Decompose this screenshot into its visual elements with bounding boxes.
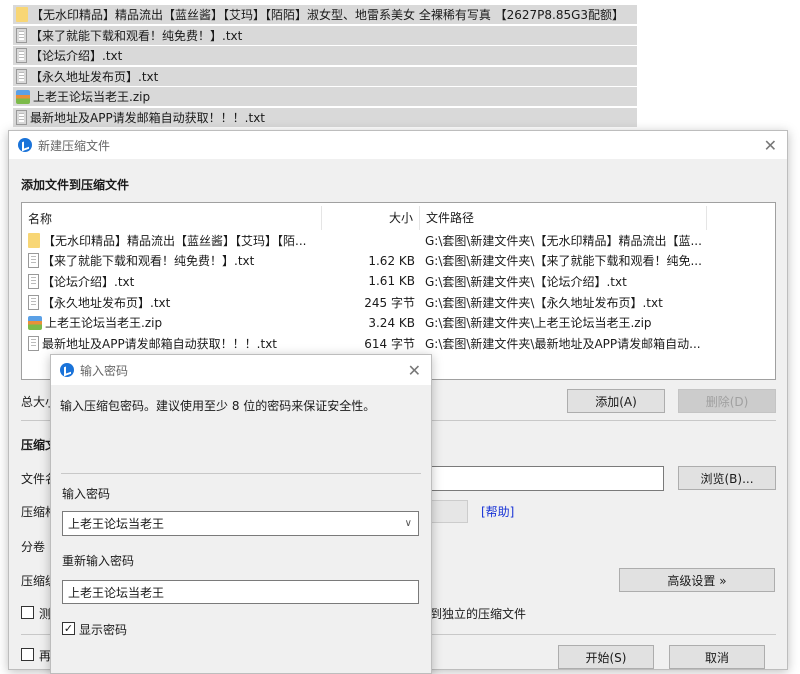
bottom-checkbox[interactable] xyxy=(21,648,34,661)
file-name: 【无水印精品】精品流出【蓝丝酱】【艾玛】【陌陌】淑女型、地雷系美女 全裸稀有写真… xyxy=(31,8,625,22)
file-name: 【论坛介绍】.txt xyxy=(42,274,135,289)
file-row[interactable]: 上老王论坛当老王.zip 3.24 KB G:\套图\新建文件夹\上老王论坛当老王.… xyxy=(28,313,775,333)
zip-icon xyxy=(28,315,42,330)
password-hint: 输入压缩包密码。建议使用至少 8 位的密码来保证安全性。 xyxy=(60,399,376,413)
list-header: 名称 大小 文件路径 xyxy=(22,206,775,230)
add-button[interactable]: 添加(A) xyxy=(567,389,665,413)
file-name: 【永久地址发布页】.txt xyxy=(30,69,159,84)
background-list-item[interactable]: 上老王论坛当老王.zip xyxy=(13,87,637,107)
password-dialog-title: 输入密码 xyxy=(80,363,129,378)
test-checkbox[interactable] xyxy=(21,606,34,619)
file-row[interactable]: 【论坛介绍】.txt 1.61 KB G:\套图\新建文件夹\【论坛介绍】.txt xyxy=(28,271,775,291)
file-path: G:\套图\新建文件夹\【永久地址发布页】.txt xyxy=(425,295,663,310)
txt-icon xyxy=(28,336,39,351)
password-dialog: 输入密码 ✕ 输入压缩包密码。建议使用至少 8 位的密码来保证安全性。 输入密码… xyxy=(50,354,432,674)
file-path: G:\套图\新建文件夹\【无水印精品】精品流出【蓝... xyxy=(425,233,702,248)
show-password-label: 显示密码 xyxy=(79,623,128,637)
volume-label: 分卷 xyxy=(21,540,46,554)
background-list-item[interactable]: 【无水印精品】精品流出【蓝丝酱】【艾玛】【陌陌】淑女型、地雷系美女 全裸稀有写真… xyxy=(13,5,637,24)
password-title-bar: 输入密码 ✕ xyxy=(51,355,431,385)
app-logo-icon xyxy=(60,363,74,377)
file-name: 上老王论坛当老王.zip xyxy=(45,316,163,331)
password-value: 上老王论坛当老王 xyxy=(68,517,165,531)
txt-icon xyxy=(16,68,27,84)
app-logo-icon xyxy=(18,138,32,152)
show-password-checkbox[interactable]: ✓ xyxy=(62,622,75,635)
folder-icon xyxy=(16,7,28,22)
file-size: 1.62 KB xyxy=(368,253,415,268)
help-link[interactable]: [帮助] xyxy=(481,503,514,520)
close-icon[interactable]: ✕ xyxy=(408,361,421,380)
file-size: 245 字节 xyxy=(364,295,415,310)
file-name: 最新地址及APP请发邮箱自动获取！！！.txt xyxy=(42,337,278,351)
confirm-password-value: 上老王论坛当老王 xyxy=(68,585,165,600)
section-heading: 添加文件到压缩文件 xyxy=(21,178,130,192)
file-path: G:\套图\新建文件夹\【论坛介绍】.txt xyxy=(425,274,627,289)
folder-icon xyxy=(28,232,40,248)
file-row[interactable]: 【来了就能下载和观看！纯免费！】.txt 1.62 KB G:\套图\新建文件夹\【… xyxy=(28,251,775,271)
file-row[interactable]: 【永久地址发布页】.txt 245 字节 G:\套图\新建文件夹\【永久地址发布页】… xyxy=(28,292,775,312)
confirm-password-label: 重新输入密码 xyxy=(62,554,135,568)
start-button[interactable]: 开始(S) xyxy=(558,645,654,669)
chevron-down-icon[interactable]: ∨ xyxy=(405,518,412,529)
background-list-item[interactable]: 最新地址及APP请发邮箱自动获取！！！.txt xyxy=(13,108,637,127)
txt-icon xyxy=(16,48,27,64)
file-path: G:\套图\新建文件夹\最新地址及APP请发邮箱自动... xyxy=(425,337,701,351)
cancel-button[interactable]: 取消 xyxy=(669,645,765,669)
file-name: 最新地址及APP请发邮箱自动获取！！！.txt xyxy=(30,111,266,125)
file-row[interactable]: 【无水印精品】精品流出【蓝丝酱】【艾玛】【陌... G:\套图\新建文件夹\【无水… xyxy=(28,230,775,250)
file-name: 【永久地址发布页】.txt xyxy=(42,295,171,310)
file-name: 【无水印精品】精品流出【蓝丝酱】【艾玛】【陌... xyxy=(43,233,307,248)
filename-input[interactable] xyxy=(409,466,664,491)
file-name: 【来了就能下载和观看！纯免费！】.txt xyxy=(30,28,243,43)
file-size: 1.61 KB xyxy=(368,274,415,289)
file-name: 【论坛介绍】.txt xyxy=(30,49,123,64)
background-list-item[interactable]: 【来了就能下载和观看！纯免费！】.txt xyxy=(13,25,637,45)
file-size: 614 字节 xyxy=(364,337,415,351)
separate-archive-label: 到独立的压缩文件 xyxy=(430,607,527,621)
password-label: 输入密码 xyxy=(62,487,111,501)
txt-icon xyxy=(16,110,27,125)
advanced-settings-button[interactable]: 高级设置 » xyxy=(619,568,775,592)
close-icon[interactable]: ✕ xyxy=(764,136,777,155)
background-list-item[interactable]: 【永久地址发布页】.txt xyxy=(13,66,637,86)
dialog-title: 新建压缩文件 xyxy=(38,138,111,153)
file-path: G:\套图\新建文件夹\上老王论坛当老王.zip xyxy=(425,316,652,331)
txt-icon xyxy=(28,294,39,310)
txt-icon xyxy=(28,273,39,289)
browse-button[interactable]: 浏览(B)... xyxy=(678,466,776,490)
file-name: 【来了就能下载和观看！纯免费！】.txt xyxy=(42,254,255,269)
column-path[interactable]: 文件路径 xyxy=(420,206,707,230)
zip-icon xyxy=(16,89,30,104)
column-name[interactable]: 名称 xyxy=(22,206,322,230)
file-size: 3.24 KB xyxy=(368,315,415,330)
file-path: G:\套图\新建文件夹\【来了就能下载和观看！纯免... xyxy=(425,254,702,269)
confirm-password-input[interactable]: 上老王论坛当老王 xyxy=(62,580,419,604)
password-combobox[interactable]: 上老王论坛当老王 ∨ xyxy=(62,511,419,536)
file-row[interactable]: 最新地址及APP请发邮箱自动获取！！！.txt 614 字节 G:\套图\新建文件夹… xyxy=(28,334,775,354)
column-size[interactable]: 大小 xyxy=(322,206,420,230)
file-name: 上老王论坛当老王.zip xyxy=(33,90,151,105)
delete-button[interactable]: 删除(D) xyxy=(678,389,776,413)
txt-icon xyxy=(28,253,39,269)
txt-icon xyxy=(16,27,27,43)
title-bar: 新建压缩文件 ✕ xyxy=(9,131,787,159)
background-list-item[interactable]: 【论坛介绍】.txt xyxy=(13,46,637,66)
